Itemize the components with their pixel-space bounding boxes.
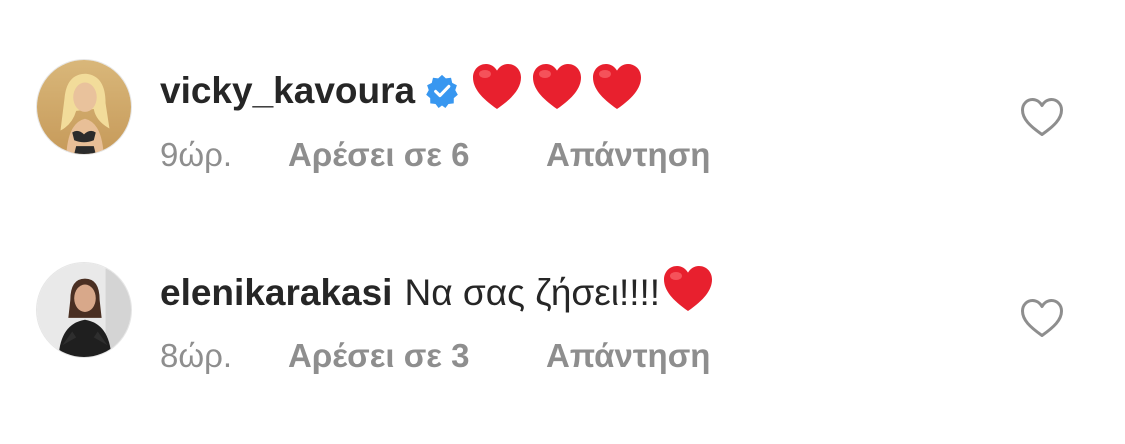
- comment-line: vicky_kavoura: [160, 62, 651, 122]
- timestamp: 9ώρ.: [160, 136, 233, 173]
- verified-badge-icon: [425, 74, 459, 108]
- comment-text: Να σας ζήσει!!!!: [404, 272, 661, 313]
- comment-line: elenikarakasi Να σας ζήσει!!!!: [160, 264, 714, 315]
- heart-outline-icon: [1021, 98, 1063, 136]
- timestamp: 8ώρ.: [160, 337, 233, 374]
- username[interactable]: elenikarakasi: [160, 272, 392, 313]
- like-button[interactable]: [1019, 96, 1065, 138]
- username[interactable]: vicky_kavoura: [160, 70, 415, 111]
- reply-button[interactable]: Απάντηση: [546, 135, 710, 175]
- red-heart-icon: [471, 62, 523, 112]
- avatar-image: [37, 263, 131, 357]
- comment-meta: 9ώρ. Αρέσει σε 6 Απάντηση: [160, 135, 710, 175]
- comment-item: vicky_kavoura 9ώρ. Αρέσει σε 6 Απάντηση: [0, 0, 1125, 200]
- emoji-group: [471, 62, 651, 122]
- red-heart-icon: [662, 264, 714, 314]
- likes-count-link[interactable]: Αρέσει σε 3: [288, 336, 546, 376]
- comment-meta: 8ώρ. Αρέσει σε 3 Απάντηση: [160, 336, 710, 376]
- likes-count-link[interactable]: Αρέσει σε 6: [288, 135, 546, 175]
- reply-button[interactable]: Απάντηση: [546, 336, 710, 376]
- avatar[interactable]: [36, 59, 132, 155]
- red-heart-icon: [591, 62, 643, 112]
- avatar-image: [37, 60, 131, 154]
- red-heart-icon: [531, 62, 583, 112]
- avatar[interactable]: [36, 262, 132, 358]
- heart-outline-icon: [1021, 299, 1063, 337]
- comment-item: elenikarakasi Να σας ζήσει!!!! 8ώρ. Αρέσει…: [0, 200, 1125, 400]
- like-button[interactable]: [1019, 297, 1065, 339]
